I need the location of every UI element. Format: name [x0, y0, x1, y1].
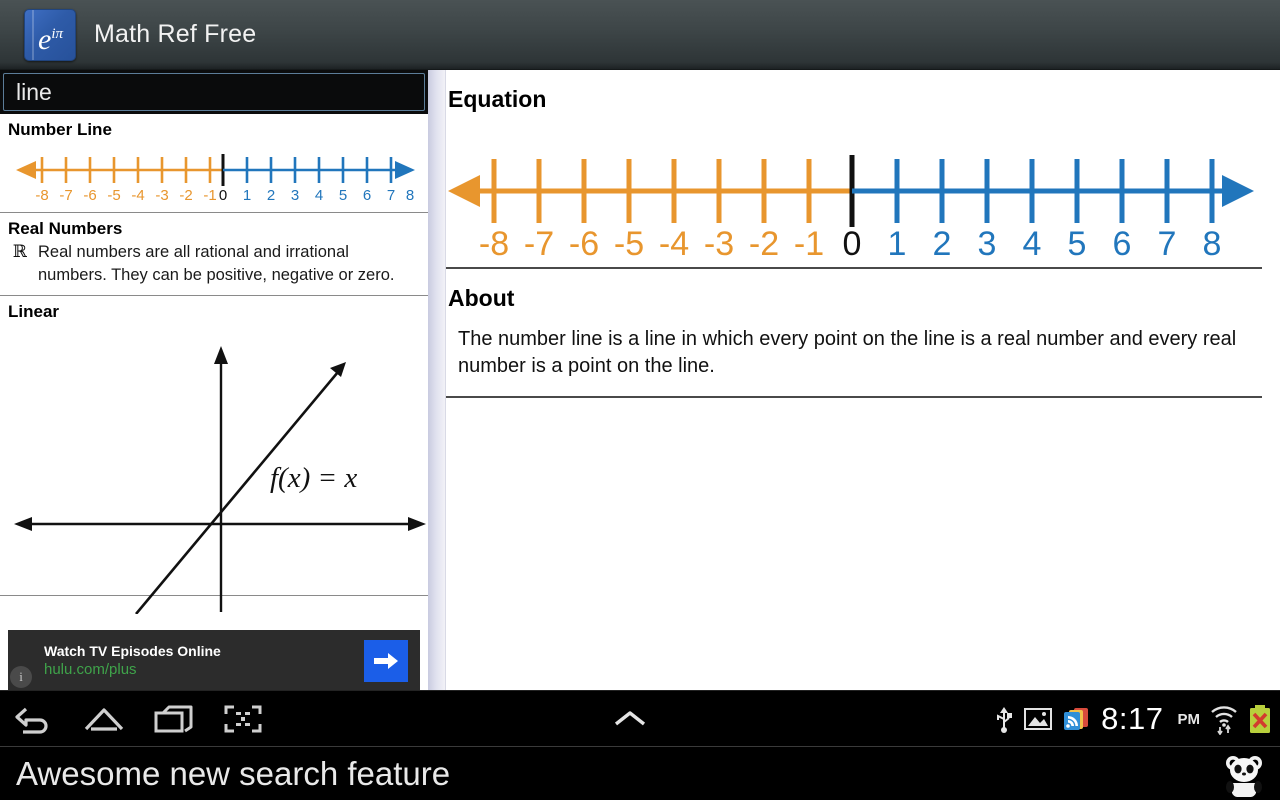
svg-text:-4: -4 [659, 225, 689, 257]
svg-text:0: 0 [843, 225, 862, 257]
svg-text:-2: -2 [749, 225, 779, 257]
svg-text:-1: -1 [203, 187, 216, 204]
svg-text:1: 1 [888, 225, 907, 257]
linear-graph-thumbnail: f(x) = x [8, 324, 426, 614]
result-title: Real Numbers [8, 219, 123, 238]
status-meridiem: PM [1177, 710, 1201, 728]
divider-rule [446, 267, 1262, 269]
svg-text:7: 7 [387, 187, 395, 204]
app-title-bar: eiπ Math Ref Free [0, 0, 1280, 70]
svg-text:6: 6 [1113, 225, 1132, 257]
home-button[interactable] [82, 703, 126, 735]
detail-pane: Equation -8 -7 -6 -5 -4 -3 -2 -1 0 1 2 3… [446, 70, 1280, 690]
google-currents-status-icon [1062, 706, 1092, 732]
screenshot-button[interactable] [222, 703, 264, 735]
usb-icon [997, 707, 1013, 733]
svg-text:3: 3 [291, 187, 299, 204]
svg-text:-7: -7 [59, 187, 72, 204]
result-title: Number Line [8, 120, 112, 139]
svg-text:-1: -1 [794, 225, 824, 257]
battery-error-icon [1250, 705, 1270, 733]
math-ref-app-icon[interactable]: eiπ [24, 8, 76, 61]
app-icon-glyph: eiπ [38, 22, 64, 56]
recent-apps-button[interactable] [152, 703, 196, 735]
svg-text:8: 8 [406, 187, 414, 204]
ad-banner[interactable]: i Watch TV Episodes Online hulu.com/plus [8, 630, 420, 690]
about-text: The number line is a line in which every… [458, 328, 1237, 377]
svg-text:3: 3 [978, 225, 997, 257]
chevron-up-icon [614, 711, 646, 726]
search-results-pane: Number Line [0, 70, 428, 690]
svg-text:5: 5 [339, 187, 347, 204]
svg-text:-6: -6 [83, 187, 96, 204]
pane-divider [428, 70, 446, 690]
status-clock: 8:17 [1101, 701, 1164, 736]
expand-notifications-button[interactable] [608, 707, 652, 731]
svg-text:-3: -3 [155, 187, 168, 204]
svg-text:4: 4 [1023, 225, 1042, 257]
svg-text:-5: -5 [107, 187, 120, 204]
image-capture-icon [1024, 708, 1053, 730]
svg-text:5: 5 [1068, 225, 1087, 257]
ad-cta-button[interactable] [364, 640, 408, 682]
search-input[interactable] [3, 73, 425, 111]
svg-text:-8: -8 [479, 225, 509, 257]
system-navigation-bar: 8:17 PM [0, 690, 1280, 746]
search-results-list: Number Line -8 -7 -6 -5 -4 -3 -2 -1 0 1 … [0, 114, 428, 690]
app-title: Math Ref Free [94, 20, 257, 48]
screenshot-icon [224, 705, 262, 733]
image-capture-status-icon [1023, 706, 1053, 732]
svg-text:-4: -4 [131, 187, 144, 204]
svg-text:6: 6 [363, 187, 371, 204]
svg-text:2: 2 [267, 187, 275, 204]
usb-status-icon [994, 705, 1014, 733]
result-title: Linear [8, 302, 60, 321]
arrow-right-icon [374, 653, 398, 669]
back-button[interactable] [14, 704, 56, 734]
ad-url: hulu.com/plus [44, 660, 137, 678]
back-arrow-icon [15, 707, 48, 734]
divider-rule-2 [446, 396, 1262, 398]
list-item[interactable]: Linear f(x) = x [0, 296, 428, 614]
svg-text:7: 7 [1158, 225, 1177, 257]
ad-info-icon[interactable]: i [10, 666, 32, 688]
list-item[interactable]: Number Line -8 -7 -6 -5 -4 -3 -2 -1 0 1 … [0, 114, 428, 213]
svg-text:-5: -5 [614, 225, 644, 257]
ad-headline: Watch TV Episodes Online [44, 642, 221, 659]
wifi-status-icon [1209, 703, 1239, 735]
panda-logo [1220, 751, 1268, 797]
svg-text:-7: -7 [524, 225, 554, 257]
battery-status-icon [1248, 704, 1272, 734]
real-numbers-symbol: ℝ [12, 242, 28, 262]
svg-text:0: 0 [219, 187, 227, 204]
caption-text: Awesome new search feature [16, 754, 451, 792]
svg-text:-2: -2 [179, 187, 192, 204]
svg-text:f(x) = x: f(x) = x [270, 462, 357, 494]
google-currents-icon [1064, 708, 1089, 730]
number-line-figure: -8 -7 -6 -5 -4 -3 -2 -1 0 1 2 3 4 5 6 7 [446, 117, 1262, 257]
wifi-icon [1211, 706, 1237, 735]
svg-text:8: 8 [1203, 225, 1222, 257]
svg-text:-8: -8 [35, 187, 48, 204]
about-heading: About [448, 285, 515, 311]
list-item[interactable]: Real Numbers ℝ Real numbers are all rati… [0, 213, 428, 296]
number-line-thumbnail: -8 -7 -6 -5 -4 -3 -2 -1 0 1 2 3 4 5 6 7 … [10, 142, 420, 204]
recent-apps-icon [154, 705, 193, 733]
svg-text:-6: -6 [569, 225, 599, 257]
svg-text:1: 1 [243, 187, 251, 204]
device-screen: eiπ Math Ref Free Number Line [0, 0, 1280, 800]
result-description: Real numbers are all rational and irrati… [38, 243, 395, 284]
caption-bar: Awesome new search feature [0, 746, 1280, 800]
svg-text:2: 2 [933, 225, 952, 257]
svg-text:-3: -3 [704, 225, 734, 257]
equation-heading: Equation [448, 86, 547, 112]
search-bar [0, 70, 428, 114]
home-icon [84, 708, 124, 731]
svg-text:4: 4 [315, 187, 323, 204]
